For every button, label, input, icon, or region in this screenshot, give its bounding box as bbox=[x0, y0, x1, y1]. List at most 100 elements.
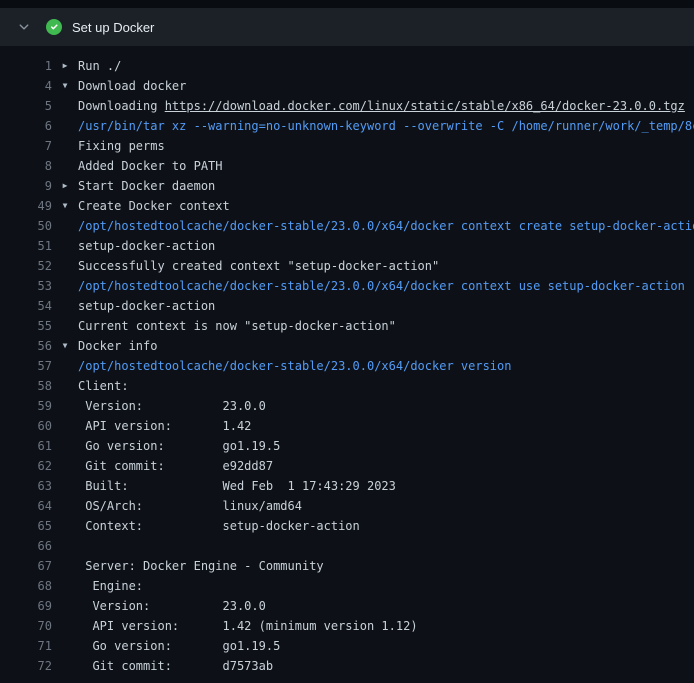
log-segment: Current context is now "setup-docker-act… bbox=[78, 319, 396, 333]
line-number[interactable]: 60 bbox=[0, 416, 52, 436]
log-line: 9▶Start Docker daemon bbox=[0, 176, 694, 196]
log-text: Context: setup-docker-action bbox=[78, 516, 360, 536]
log-segment: setup-docker-action bbox=[78, 299, 215, 313]
line-number[interactable]: 63 bbox=[0, 476, 52, 496]
line-number[interactable]: 61 bbox=[0, 436, 52, 456]
line-number[interactable]: 9 bbox=[0, 176, 52, 196]
log-text: Git commit: d7573ab bbox=[78, 656, 273, 676]
log-line: 8Added Docker to PATH bbox=[0, 156, 694, 176]
log-line: 65 Context: setup-docker-action bbox=[0, 516, 694, 536]
arrow-spacer bbox=[52, 596, 78, 616]
line-number[interactable]: 67 bbox=[0, 556, 52, 576]
log-line: 71 Go version: go1.19.5 bbox=[0, 636, 694, 656]
log-text: setup-docker-action bbox=[78, 296, 215, 316]
line-number[interactable]: 68 bbox=[0, 576, 52, 596]
log-text: API version: 1.42 bbox=[78, 416, 251, 436]
log-segment: Git commit: e92dd87 bbox=[78, 459, 273, 473]
arrow-spacer bbox=[52, 356, 78, 376]
log-line: 67 Server: Docker Engine - Community bbox=[0, 556, 694, 576]
log-line: 69 Version: 23.0.0 bbox=[0, 596, 694, 616]
log-text: Engine: bbox=[78, 576, 143, 596]
log-text: Current context is now "setup-docker-act… bbox=[78, 316, 396, 336]
arrow-spacer bbox=[52, 516, 78, 536]
collapse-group-icon[interactable]: ▼ bbox=[52, 336, 78, 356]
log-text: Downloading https://download.docker.com/… bbox=[78, 96, 685, 116]
log-text: Run ./ bbox=[78, 56, 121, 76]
line-number[interactable]: 4 bbox=[0, 76, 52, 96]
log-segment: Docker info bbox=[78, 339, 157, 353]
log-line: 60 API version: 1.42 bbox=[0, 416, 694, 436]
chevron-down-icon[interactable] bbox=[16, 19, 32, 35]
log-segment: Go version: go1.19.5 bbox=[78, 639, 280, 653]
log-line: 56▼Docker info bbox=[0, 336, 694, 356]
arrow-spacer bbox=[52, 116, 78, 136]
arrow-spacer bbox=[52, 256, 78, 276]
log-line: 52Successfully created context "setup-do… bbox=[0, 256, 694, 276]
line-number[interactable]: 55 bbox=[0, 316, 52, 336]
line-number[interactable]: 5 bbox=[0, 96, 52, 116]
line-number[interactable]: 62 bbox=[0, 456, 52, 476]
log-line: 6/usr/bin/tar xz --warning=no-unknown-ke… bbox=[0, 116, 694, 136]
arrow-spacer bbox=[52, 456, 78, 476]
step-header[interactable]: Set up Docker bbox=[0, 8, 694, 46]
log-segment: OS/Arch: linux/amd64 bbox=[78, 499, 302, 513]
line-number[interactable]: 8 bbox=[0, 156, 52, 176]
collapse-group-icon[interactable]: ▼ bbox=[52, 76, 78, 96]
collapse-group-icon[interactable]: ▼ bbox=[52, 196, 78, 216]
log-container: 1▶Run ./4▼Download docker5Downloading ht… bbox=[0, 46, 694, 676]
log-line: 53/opt/hostedtoolcache/docker-stable/23.… bbox=[0, 276, 694, 296]
log-line: 51 setup-docker-action bbox=[0, 236, 694, 256]
arrow-spacer bbox=[52, 276, 78, 296]
line-number[interactable]: 58 bbox=[0, 376, 52, 396]
log-text: API version: 1.42 (minimum version 1.12) bbox=[78, 616, 418, 636]
log-segment: setup-docker-action bbox=[78, 239, 215, 253]
line-number[interactable]: 1 bbox=[0, 56, 52, 76]
log-segment: Create Docker context bbox=[78, 199, 230, 213]
line-number[interactable]: 51 bbox=[0, 236, 52, 256]
line-number[interactable]: 50 bbox=[0, 216, 52, 236]
log-text: Go version: go1.19.5 bbox=[78, 436, 280, 456]
line-number[interactable]: 70 bbox=[0, 616, 52, 636]
line-number[interactable]: 7 bbox=[0, 136, 52, 156]
line-number[interactable]: 66 bbox=[0, 536, 52, 556]
log-text: /usr/bin/tar xz --warning=no-unknown-key… bbox=[78, 116, 694, 136]
expand-group-icon[interactable]: ▶ bbox=[52, 56, 78, 76]
log-segment: Version: 23.0.0 bbox=[78, 599, 266, 613]
line-number[interactable]: 53 bbox=[0, 276, 52, 296]
line-number[interactable]: 57 bbox=[0, 356, 52, 376]
log-segment: Client: bbox=[78, 379, 129, 393]
arrow-spacer bbox=[52, 476, 78, 496]
line-number[interactable]: 69 bbox=[0, 596, 52, 616]
log-segment: Git commit: d7573ab bbox=[78, 659, 273, 673]
line-number[interactable]: 59 bbox=[0, 396, 52, 416]
log-text: Server: Docker Engine - Community bbox=[78, 556, 324, 576]
arrow-spacer bbox=[52, 496, 78, 516]
log-segment: Engine: bbox=[78, 579, 143, 593]
log-line: 72 Git commit: d7573ab bbox=[0, 656, 694, 676]
log-segment: Start Docker daemon bbox=[78, 179, 215, 193]
arrow-spacer bbox=[52, 616, 78, 636]
line-number[interactable]: 64 bbox=[0, 496, 52, 516]
line-number[interactable]: 71 bbox=[0, 636, 52, 656]
line-number[interactable]: 52 bbox=[0, 256, 52, 276]
log-segment: Fixing perms bbox=[78, 139, 165, 153]
line-number[interactable]: 49 bbox=[0, 196, 52, 216]
log-segment: API version: 1.42 (minimum version 1.12) bbox=[78, 619, 418, 633]
line-number[interactable]: 56 bbox=[0, 336, 52, 356]
log-link[interactable]: https://download.docker.com/linux/static… bbox=[165, 99, 685, 113]
line-number[interactable]: 54 bbox=[0, 296, 52, 316]
arrow-spacer bbox=[52, 556, 78, 576]
log-segment: /opt/hostedtoolcache/docker-stable/23.0.… bbox=[78, 219, 694, 233]
line-number[interactable]: 6 bbox=[0, 116, 52, 136]
log-line: 4▼Download docker bbox=[0, 76, 694, 96]
log-text: /opt/hostedtoolcache/docker-stable/23.0.… bbox=[78, 276, 685, 296]
line-number[interactable]: 65 bbox=[0, 516, 52, 536]
line-number[interactable]: 72 bbox=[0, 656, 52, 676]
log-line: 7 Fixing perms bbox=[0, 136, 694, 156]
arrow-spacer bbox=[52, 436, 78, 456]
arrow-spacer bbox=[52, 536, 78, 556]
arrow-spacer bbox=[52, 656, 78, 676]
expand-group-icon[interactable]: ▶ bbox=[52, 176, 78, 196]
log-text: Start Docker daemon bbox=[78, 176, 215, 196]
log-line: 59 Version: 23.0.0 bbox=[0, 396, 694, 416]
